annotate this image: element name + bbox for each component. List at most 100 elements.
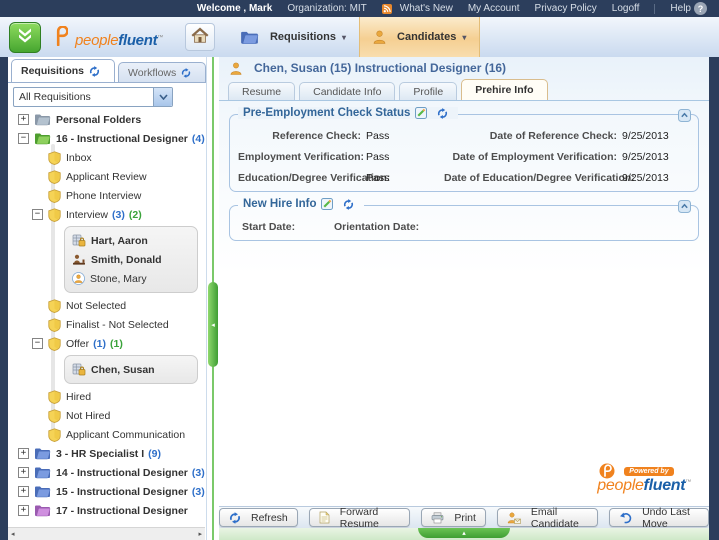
tree-expander-icon[interactable]: + [18,486,29,497]
help-link[interactable]: Help ? [670,2,707,15]
app-window: Welcome , Mark Organization: MIT What's … [0,0,719,540]
header-tab-candidates[interactable]: Candidates ▾ [359,17,481,57]
tab-candidate-info[interactable]: Candidate Info [299,82,396,100]
sidebar-panel: Requisitions Workflows All Requisitions … [8,57,207,540]
refresh-icon[interactable] [343,198,354,210]
tree-item-label: Offer [66,337,90,350]
refresh-icon[interactable] [437,107,448,119]
quick-actions-button[interactable] [9,21,41,53]
count-badge: (3) [191,485,205,498]
email-candidate-button[interactable]: Email Candidate [496,506,599,530]
scroll-right-icon[interactable]: ▸ [198,530,202,538]
tree-expander-icon[interactable]: + [18,505,29,516]
collapse-section-button[interactable] [678,109,691,122]
tree-expander-icon[interactable]: − [32,209,43,220]
right-border [709,57,719,540]
tree-expander-icon[interactable]: − [32,338,43,349]
tab-prehire-info[interactable]: Prehire Info [461,79,548,100]
print-button[interactable]: Print [421,508,486,527]
tree-candidate-item[interactable]: Stone, Mary [72,269,190,288]
stage-shield-icon [48,427,61,442]
field-value: 9/25/2013 [622,151,669,163]
tree-item-label: 3 - HR Specialist I [56,447,145,460]
tree-expander-icon[interactable]: + [18,467,29,478]
collapse-section-button[interactable] [678,200,691,213]
refresh-icon[interactable] [89,65,100,77]
sidebar-horizontal-scrollbar[interactable]: ◂ ▸ [8,527,205,540]
count-badge: (1) [93,337,106,350]
field-label: Employment Verification: [238,151,365,163]
requisition-filter-select[interactable]: All Requisitions [13,87,173,107]
tree-expander-icon[interactable]: + [18,114,29,125]
forward-resume-button[interactable]: Forward Resume [308,506,411,530]
undo-icon [619,512,632,524]
tree-folder-item[interactable]: + Personal Folders [8,110,206,129]
tree-candidate-item[interactable]: Chen, Susan [72,360,190,379]
undo-last-move-button[interactable]: Undo Last Move [609,506,709,530]
count-badge: (3) [191,466,205,479]
privacy-policy-link[interactable]: Privacy Policy [535,3,597,14]
requisition-filter-row: All Requisitions [8,82,206,109]
tree-stage-item[interactable]: Finalist - Not Selected [8,315,206,334]
main-panel: Chen, Susan (15) Instructional Designer … [219,57,709,540]
my-account-link[interactable]: My Account [468,3,520,14]
splitter-collapse-handle[interactable]: ◂ [208,282,218,367]
tree-expander-icon[interactable]: + [18,448,29,459]
tree-folder-item[interactable]: +17 - Instructional Designer [8,501,206,520]
tree-item-label: Not Hired [66,409,111,422]
forward-resume-icon [319,511,330,524]
tree-folder-item[interactable]: +15 - Instructional Designer (3) [8,482,206,501]
tree-item-label: Applicant Communication [66,428,186,441]
tree-stage-item[interactable]: Applicant Communication [8,425,206,444]
candidate-group-box: Chen, Susan [64,355,198,384]
help-icon: ? [694,2,707,15]
refresh-button[interactable]: Refresh [219,508,298,527]
tab-resume[interactable]: Resume [228,82,296,100]
brand-p-icon [55,25,68,46]
folder-icon [34,485,51,498]
tree-stage-item[interactable]: Applicant Review [8,167,206,186]
print-icon [431,512,444,524]
header-tab-requisitions[interactable]: Requisitions ▾ [227,17,359,57]
tree-candidate-item[interactable]: Smith, Donald [72,250,190,269]
requisition-tree: + Personal Folders − 16 - Instructional Des… [8,110,206,527]
person-badge-icon [72,272,85,285]
edit-icon[interactable] [415,107,428,119]
tab-profile[interactable]: Profile [399,82,458,100]
chevron-down-icon: ▾ [462,32,467,42]
tree-stage-item[interactable]: Inbox [8,148,206,167]
stage-shield-icon [48,317,61,332]
bottom-collapse-handle[interactable]: ▴ [418,528,510,538]
candidate-detail-tabs: Resume Candidate Info Profile Prehire Info [219,79,709,100]
tree-folder-item[interactable]: +14 - Instructional Designer (3) [8,463,206,482]
tree-candidate-item[interactable]: Hart, Aaron [72,231,190,250]
home-icon [190,26,210,49]
candidate-name: Smith, Donald [91,253,162,266]
tree-stage-item[interactable]: − Offer (1) (1) [8,334,206,353]
tree-stage-item[interactable]: Phone Interview [8,186,206,205]
panel-splitter: ◂ [207,57,219,540]
sidebar-tab-workflows[interactable]: Workflows [118,62,207,82]
home-button[interactable] [184,23,215,51]
dropdown-button[interactable] [153,88,172,106]
database-lock-icon [72,234,86,247]
organization-label: Organization: MIT [287,3,367,14]
tree-stage-item[interactable]: Not Hired [8,406,206,425]
sidebar-tab-requisitions[interactable]: Requisitions [11,59,116,82]
scroll-left-icon[interactable]: ◂ [11,530,15,538]
tree-stage-item[interactable]: Not Selected [8,296,206,315]
tree-folder-item[interactable]: +3 - HR Specialist I (9) [8,444,206,463]
chevron-up-icon: ▴ [462,529,466,537]
field-label: Start Date: [242,221,296,233]
tree-folder-item[interactable]: −16 - Instructional Designer(4)(3) [8,129,206,148]
logoff-link[interactable]: Logoff [612,3,640,14]
refresh-icon[interactable] [181,67,191,78]
tree-expander-icon[interactable]: − [18,133,29,144]
whats-new-link[interactable]: What's New [381,3,453,14]
database-lock-icon [72,363,86,376]
tree-stage-item[interactable]: Hired [8,387,206,406]
tree-stage-item[interactable]: − Interview (3) (2) [8,205,206,224]
edit-icon[interactable] [321,198,334,210]
stage-shield-icon [48,298,61,313]
candidate-group-box: Hart, Aaron Smith, Donald Stone, Mary [64,226,198,293]
